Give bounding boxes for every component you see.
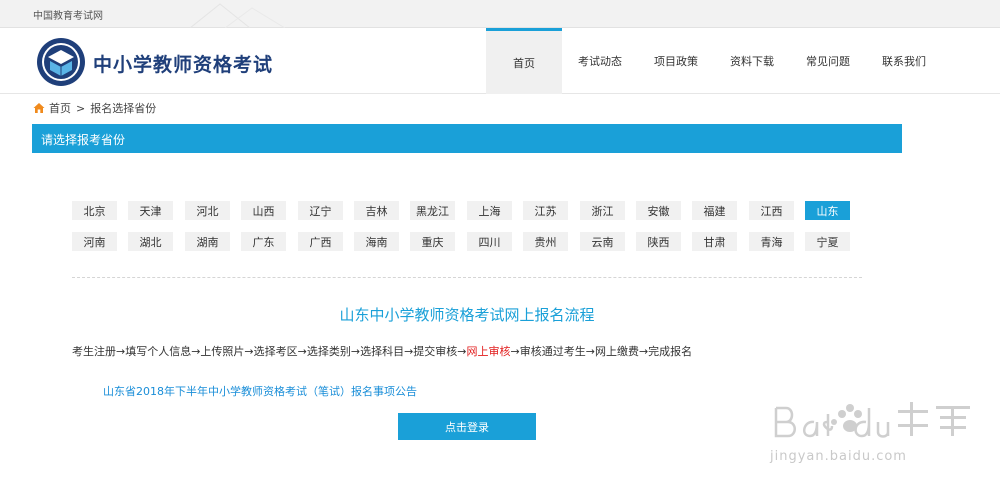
- province-button[interactable]: 湖南: [185, 232, 230, 251]
- province-button[interactable]: 河南: [72, 232, 117, 251]
- main-nav: 首页 考试动态 项目政策 资料下载 常见问题 联系我们: [486, 28, 942, 94]
- breadcrumb-separator: >: [76, 101, 86, 115]
- province-button[interactable]: 黑龙江: [410, 201, 455, 220]
- province-button[interactable]: 四川: [467, 232, 512, 251]
- province-button[interactable]: 辽宁: [298, 201, 343, 220]
- province-button[interactable]: 广西: [298, 232, 343, 251]
- province-button[interactable]: 江苏: [523, 201, 568, 220]
- decorative-lines: [190, 3, 286, 28]
- province-button[interactable]: 浙江: [580, 201, 625, 220]
- site-header: 中小学教师资格考试 首页 考试动态 项目政策 资料下载 常见问题 联系我们: [0, 28, 1000, 94]
- flow-title: 山东中小学教师资格考试网上报名流程: [339, 306, 595, 324]
- nav-item-contact[interactable]: 联系我们: [866, 28, 942, 94]
- breadcrumb: 首页 > 报名选择省份: [33, 101, 156, 115]
- province-button[interactable]: 山东: [805, 201, 850, 220]
- watermark-url: jingyan.baidu.com: [770, 449, 907, 464]
- nav-item-policy[interactable]: 项目政策: [638, 28, 714, 94]
- province-button[interactable]: 山西: [241, 201, 286, 220]
- province-button[interactable]: 安徽: [636, 201, 681, 220]
- breadcrumb-current: 报名选择省份: [90, 102, 157, 115]
- top-strip: 中国教育考试网: [0, 0, 1000, 28]
- logo-emblem-icon[interactable]: [36, 37, 86, 87]
- flow-steps-after: →审核通过考生→网上缴费→完成报名: [510, 345, 693, 358]
- login-button[interactable]: 点击登录: [398, 413, 536, 440]
- province-button[interactable]: 云南: [580, 232, 625, 251]
- province-button[interactable]: 北京: [72, 201, 117, 220]
- province-button[interactable]: 青海: [749, 232, 794, 251]
- flow-steps-before: 考生注册→填写个人信息→上传照片→选择考区→选择类别→选择科目→提交审核→: [72, 345, 467, 358]
- section-title: 请选择报考省份: [41, 133, 126, 147]
- section-title-bar: 请选择报考省份: [32, 124, 902, 153]
- province-button[interactable]: 吉林: [354, 201, 399, 220]
- province-button[interactable]: 甘肃: [692, 232, 737, 251]
- province-button[interactable]: 宁夏: [805, 232, 850, 251]
- site-name: 中国教育考试网: [33, 11, 103, 22]
- brand-title[interactable]: 中小学教师资格考试: [93, 50, 273, 77]
- province-button[interactable]: 天津: [128, 201, 173, 220]
- province-button[interactable]: 河北: [185, 201, 230, 220]
- announcement-link[interactable]: 山东省2018年下半年中小学教师资格考试（笔试）报名事项公告: [103, 383, 417, 399]
- province-button[interactable]: 重庆: [410, 232, 455, 251]
- flow-step-highlight: 网上审核: [466, 345, 511, 358]
- dashed-divider: [72, 277, 862, 278]
- province-button[interactable]: 海南: [354, 232, 399, 251]
- breadcrumb-home-link[interactable]: 首页: [49, 100, 71, 116]
- province-button[interactable]: 江西: [749, 201, 794, 220]
- province-button[interactable]: 陕西: [636, 232, 681, 251]
- nav-item-home[interactable]: 首页: [486, 28, 562, 94]
- province-button[interactable]: 上海: [467, 201, 512, 220]
- registration-flow: 考生注册→填写个人信息→上传照片→选择考区→选择类别→选择科目→提交审核→网上审…: [72, 343, 692, 359]
- nav-item-exam-news[interactable]: 考试动态: [562, 28, 638, 94]
- province-button[interactable]: 湖北: [128, 232, 173, 251]
- province-button[interactable]: 福建: [692, 201, 737, 220]
- province-button[interactable]: 贵州: [523, 232, 568, 251]
- home-icon[interactable]: [33, 102, 45, 114]
- nav-item-downloads[interactable]: 资料下载: [714, 28, 790, 94]
- nav-item-faq[interactable]: 常见问题: [790, 28, 866, 94]
- province-button[interactable]: 广东: [241, 232, 286, 251]
